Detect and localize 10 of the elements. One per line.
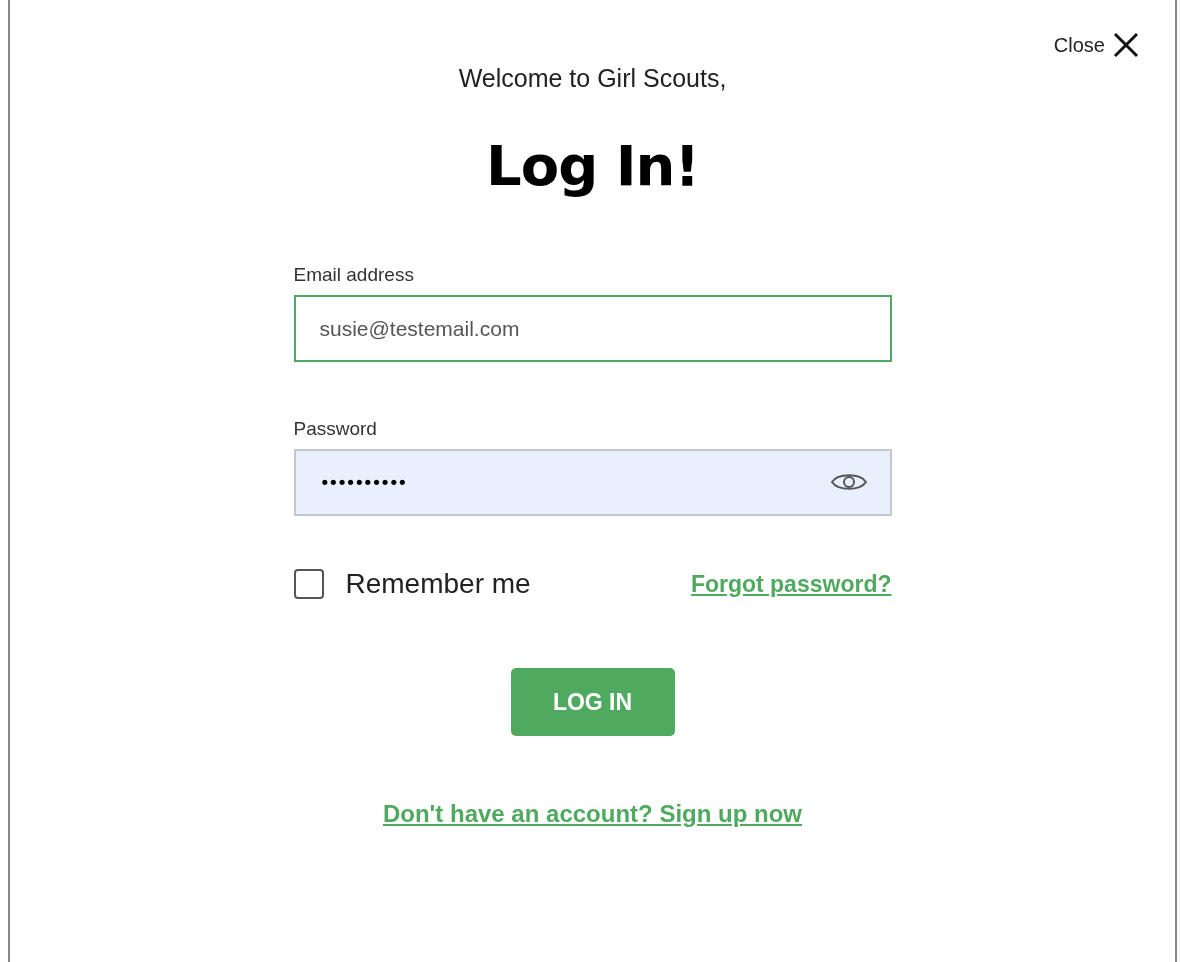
checkbox[interactable] [293,569,324,599]
close-button[interactable]: Close [1053,32,1139,58]
page-title: Log In! [486,133,699,198]
password-field[interactable]: •••••••••• [293,449,892,516]
checkbox-label: Remember me [345,568,531,600]
field-label: Password [293,418,378,440]
email-field[interactable]: susie@testemail.com [293,295,892,362]
close-icon [1113,32,1139,58]
field-label: Email address [293,264,415,286]
welcome-text: Welcome to Girl Scouts, [458,64,727,93]
